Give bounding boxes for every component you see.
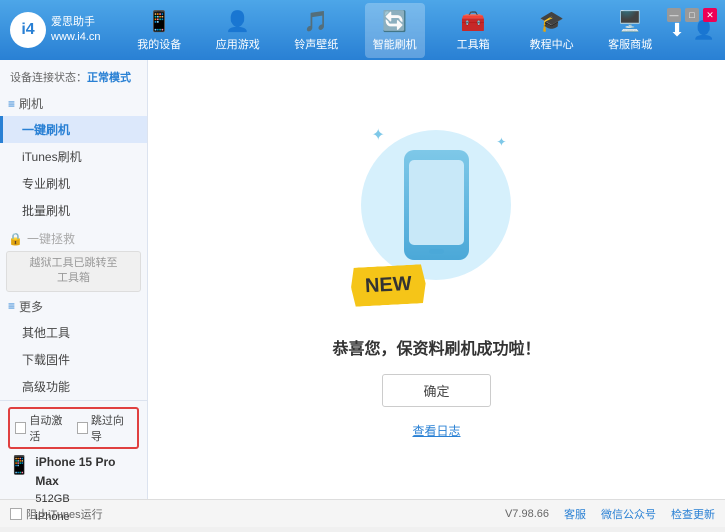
sidebar-item-batch-flash[interactable]: 批量刷机 <box>0 197 147 224</box>
nav: 📱 我的设备 👤 应用游戏 🎵 铃声壁纸 🔄 智能刷机 🧰 工具箱 🎓 教程中心… <box>120 3 669 58</box>
nav-item-smart-flash[interactable]: 🔄 智能刷机 <box>365 3 425 58</box>
rescue-disabled-box: 越狱工具已跳转至 工具箱 <box>6 251 141 292</box>
nav-label-my-device: 我的设备 <box>137 36 181 52</box>
toolbox-icon: 🧰 <box>461 9 486 34</box>
view-log-link[interactable]: 查看日志 <box>412 422 460 439</box>
status-bar: 设备连接状态：正常模式 <box>0 65 147 89</box>
ringtones-icon: 🎵 <box>304 9 329 34</box>
logo-icon: i4 <box>10 12 46 48</box>
sparkle-icon-1: ✦ <box>371 125 384 145</box>
flash-group-label: 刷机 <box>19 95 43 112</box>
device-icon: 📱 <box>147 9 172 34</box>
guide-checkbox-item[interactable]: 跳过向导 <box>77 412 133 444</box>
rescue-group-label: 一键拯救 <box>27 230 75 247</box>
sidebar-item-download-firmware[interactable]: 下载固件 <box>0 346 147 373</box>
phone-illustration: ✦ ✦ NEW <box>356 120 516 320</box>
new-badge-text: NEW <box>365 273 413 297</box>
main: 设备连接状态：正常模式 ≡ 刷机 一键刷机 iTunes刷机 专业刷机 批量刷机… <box>0 60 725 499</box>
stop-itunes-label: 阻止iTunes运行 <box>26 506 103 522</box>
nav-item-my-device[interactable]: 📱 我的设备 <box>129 3 189 58</box>
confirm-button[interactable]: 确定 <box>382 374 490 407</box>
nav-label-service: 客服商城 <box>608 36 652 52</box>
sidebar-item-advanced[interactable]: 高级功能 <box>0 373 147 400</box>
download-icon[interactable]: ⬇ <box>669 20 684 41</box>
sidebar: 设备连接状态：正常模式 ≡ 刷机 一键刷机 iTunes刷机 专业刷机 批量刷机… <box>0 60 148 499</box>
success-container: ✦ ✦ NEW 恭喜您，保资料刷机成功啦！ 确定 查看日志 <box>332 120 540 439</box>
status-label: 设备连接状态： <box>10 72 87 84</box>
auto-activate-checkbox-item[interactable]: 自动激活 <box>15 412 71 444</box>
guide-label: 跳过向导 <box>91 412 132 444</box>
sidebar-group-rescue: 🔒 一键拯救 <box>0 226 147 251</box>
footer-link-wechat[interactable]: 微信公众号 <box>601 506 656 522</box>
content-area: ✦ ✦ NEW 恭喜您，保资料刷机成功啦！ 确定 查看日志 <box>148 60 725 499</box>
logo-char: i4 <box>21 21 34 39</box>
flash-group-icon: ≡ <box>8 97 15 111</box>
more-group-icon: ≡ <box>8 299 15 313</box>
phone-circle-bg <box>361 130 511 280</box>
device-phone-icon: 📱 <box>8 455 30 476</box>
service-icon: 🖥️ <box>618 9 643 34</box>
nav-label-toolbox: 工具箱 <box>457 36 490 52</box>
phone-screen <box>409 160 464 245</box>
nav-label-tutorial: 教程中心 <box>530 36 574 52</box>
tutorial-icon: 🎓 <box>539 9 564 34</box>
nav-label-apps-games: 应用游戏 <box>216 36 260 52</box>
sidebar-section-rescue: 🔒 一键拯救 越狱工具已跳转至 工具箱 <box>0 226 147 292</box>
stop-itunes-checkbox[interactable] <box>10 508 22 520</box>
nav-item-apps-games[interactable]: 👤 应用游戏 <box>208 3 268 58</box>
sidebar-item-pro-flash[interactable]: 专业刷机 <box>0 170 147 197</box>
sidebar-group-flash: ≡ 刷机 <box>0 91 147 116</box>
version-label: V7.98.66 <box>505 508 549 520</box>
status-value: 正常模式 <box>87 72 131 84</box>
sidebar-item-itunes-flash[interactable]: iTunes刷机 <box>0 143 147 170</box>
auto-activate-checkbox[interactable] <box>15 422 26 434</box>
footer-left: 阻止iTunes运行 <box>10 506 103 522</box>
rescue-group-icon: 🔒 <box>8 232 23 246</box>
maximize-button[interactable]: □ <box>685 8 699 22</box>
new-badge: NEW <box>351 264 428 307</box>
guide-checkbox[interactable] <box>77 422 88 434</box>
sidebar-item-other-tools[interactable]: 其他工具 <box>0 319 147 346</box>
footer-link-home[interactable]: 客服 <box>564 506 586 522</box>
auto-activate-wrapper: 自动激活 跳过向导 <box>8 407 139 449</box>
sidebar-group-more: ≡ 更多 <box>0 294 147 319</box>
device-name: iPhone 15 Pro Max <box>35 453 139 491</box>
logo-line1: 爱思助手 <box>51 15 101 30</box>
logo: i4 爱思助手 www.i4.cn <box>10 12 120 48</box>
nav-item-toolbox[interactable]: 🧰 工具箱 <box>443 3 503 58</box>
close-button[interactable]: ✕ <box>703 8 717 22</box>
sidebar-item-one-key-flash[interactable]: 一键刷机 <box>0 116 147 143</box>
nav-label-ringtones: 铃声壁纸 <box>294 36 338 52</box>
footer-right: V7.98.66 客服 微信公众号 检查更新 <box>505 506 715 522</box>
rescue-disabled-line2: 工具箱 <box>15 271 132 286</box>
apps-icon: 👤 <box>225 9 250 34</box>
rescue-disabled-line1: 越狱工具已跳转至 <box>15 256 132 271</box>
window-controls: — □ ✕ <box>667 8 717 22</box>
logo-text: 爱思助手 www.i4.cn <box>51 15 101 46</box>
sidebar-section-more: ≡ 更多 其他工具 下载固件 高级功能 <box>0 294 147 400</box>
sparkle-icon-2: ✦ <box>496 135 506 149</box>
success-text: 恭喜您，保资料刷机成功啦！ <box>332 335 540 359</box>
more-group-label: 更多 <box>19 298 43 315</box>
smart-flash-icon: 🔄 <box>382 9 407 34</box>
user-icon[interactable]: 👤 <box>693 20 715 41</box>
logo-line2: www.i4.cn <box>51 30 101 45</box>
minimize-button[interactable]: — <box>667 8 681 22</box>
phone-button <box>429 249 444 254</box>
auto-activate-label: 自动激活 <box>29 412 70 444</box>
nav-item-ringtones[interactable]: 🎵 铃声壁纸 <box>286 3 346 58</box>
nav-label-smart-flash: 智能刷机 <box>373 36 417 52</box>
footer-link-check-update[interactable]: 检查更新 <box>671 506 715 522</box>
phone-body <box>404 150 469 260</box>
header-right: ⬇ 👤 <box>669 20 715 41</box>
nav-item-service[interactable]: 🖥️ 客服商城 <box>600 3 660 58</box>
header: i4 爱思助手 www.i4.cn 📱 我的设备 👤 应用游戏 🎵 铃声壁纸 🔄… <box>0 0 725 60</box>
sidebar-section-flash: ≡ 刷机 一键刷机 iTunes刷机 专业刷机 批量刷机 <box>0 91 147 224</box>
nav-item-tutorial[interactable]: 🎓 教程中心 <box>522 3 582 58</box>
